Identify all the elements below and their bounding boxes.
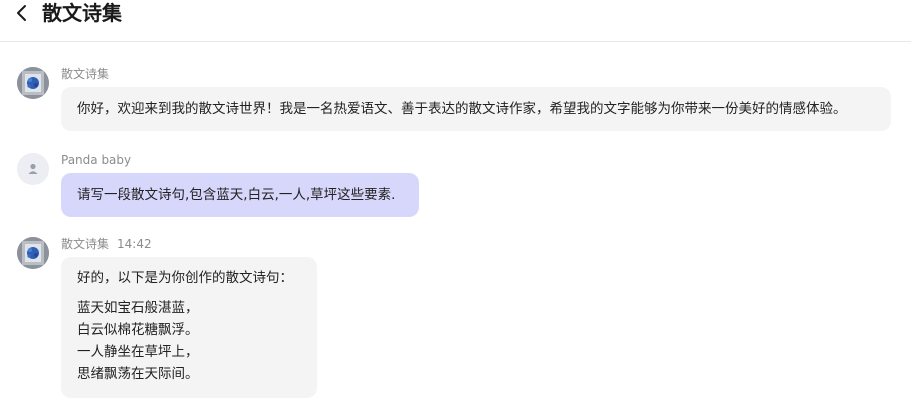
sender-name: 散文诗集: [61, 67, 110, 81]
message-bubble: 好的，以下是为你创作的散文诗句： 蓝天如宝石般湛蓝， 白云似棉花糖飘浮。 一人静…: [61, 257, 317, 398]
user-avatar[interactable]: [17, 153, 49, 185]
back-button[interactable]: [12, 2, 32, 24]
message-timestamp: 14:42: [117, 237, 152, 251]
page-header: 散文诗集: [0, 0, 911, 42]
message-intro: 好的，以下是为你创作的散文诗句：: [77, 270, 293, 286]
sender-name: Panda baby: [61, 153, 132, 167]
page-title: 散文诗集: [42, 1, 122, 25]
chevron-left-icon: [17, 5, 26, 21]
message-bubble: 请写一段散文诗句,包含蓝天,白云,一人,草坪这些要素.: [61, 173, 419, 217]
sender-line: 散文诗集: [61, 67, 109, 81]
message-text: 你好，欢迎来到我的散文诗世界！我是一名热爱语文、善于表达的散文诗作家，希望我的文…: [77, 101, 847, 117]
sender-line: Panda baby: [61, 153, 131, 167]
poem-line: 白云似棉花糖飘浮。: [77, 322, 199, 338]
poem-line: 思绪飘荡在天际间。: [77, 366, 199, 382]
message-bubble: 你好，欢迎来到我的散文诗世界！我是一名热爱语文、善于表达的散文诗作家，希望我的文…: [61, 87, 891, 131]
sender-line: 散文诗集 14:42: [61, 237, 152, 251]
bot-avatar[interactable]: [17, 67, 49, 99]
sender-name: 散文诗集: [61, 237, 110, 251]
poem-line: 蓝天如宝石般湛蓝，: [77, 300, 199, 316]
message-text: 请写一段散文诗句,包含蓝天,白云,一人,草坪这些要素.: [77, 187, 396, 203]
poem-line: 一人静坐在草坪上，: [77, 344, 199, 360]
user-icon: [17, 153, 49, 185]
bot-avatar[interactable]: [17, 237, 49, 269]
